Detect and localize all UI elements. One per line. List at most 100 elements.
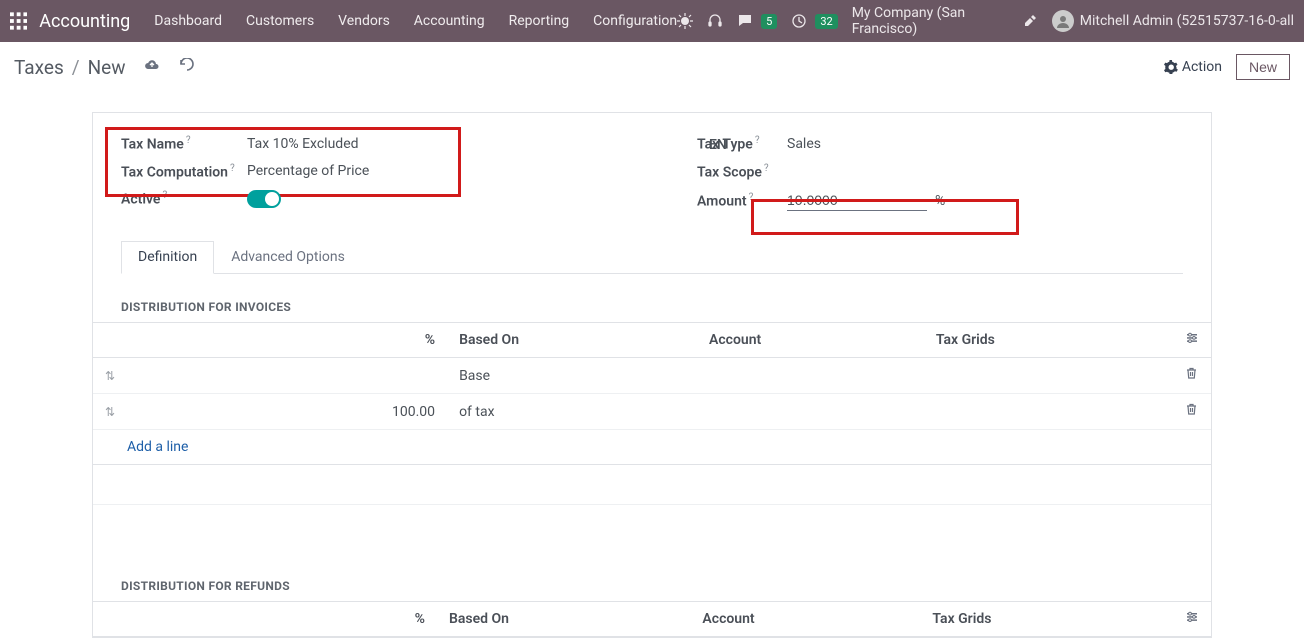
row-based-on[interactable]: Base bbox=[447, 358, 697, 394]
row-account[interactable] bbox=[697, 358, 924, 394]
left-col: Tax Name? Tax 10% Excluded Tax Computati… bbox=[121, 135, 607, 221]
help-icon[interactable]: ? bbox=[230, 163, 235, 174]
tax-type-value[interactable]: Sales bbox=[787, 136, 821, 152]
avatar bbox=[1052, 10, 1074, 32]
row-account[interactable] bbox=[697, 394, 924, 430]
columns-settings-icon[interactable] bbox=[1185, 610, 1199, 628]
main-nav: Dashboard Customers Vendors Accounting R… bbox=[154, 13, 677, 29]
col-drag bbox=[93, 602, 117, 637]
refunds-title: DISTRIBUTION FOR REFUNDS bbox=[93, 553, 1211, 601]
col-tax-grids: Tax Grids bbox=[920, 602, 1171, 637]
col-pct: % bbox=[127, 323, 447, 358]
drag-handle-icon[interactable]: ⇅ bbox=[105, 369, 115, 383]
table-row[interactable]: ⇅ Base bbox=[93, 358, 1211, 394]
action-dropdown[interactable]: Action bbox=[1164, 59, 1222, 75]
row-tax-grids[interactable] bbox=[924, 358, 1171, 394]
lang-badge[interactable]: EN bbox=[709, 137, 727, 153]
chat-badge: 5 bbox=[761, 14, 777, 29]
breadcrumb-root[interactable]: Taxes bbox=[14, 56, 64, 79]
amount-input[interactable] bbox=[787, 190, 927, 211]
breadcrumb-current: New bbox=[88, 56, 126, 79]
nav-reporting[interactable]: Reporting bbox=[509, 13, 570, 29]
table-header: % Based On Account Tax Grids bbox=[93, 602, 1211, 637]
row-pct[interactable]: 100.00 bbox=[127, 394, 447, 430]
tabs: Definition Advanced Options bbox=[121, 241, 1183, 274]
help-icon[interactable]: ? bbox=[749, 192, 754, 203]
status-icons bbox=[144, 58, 194, 76]
user-name: Mitchell Admin (52515737-16-0-all bbox=[1080, 13, 1294, 29]
nav-configuration[interactable]: Configuration bbox=[593, 13, 677, 29]
control-panel: Taxes / New Action New bbox=[0, 42, 1304, 94]
tax-name-label: Tax Name? bbox=[121, 135, 247, 153]
cloud-upload-icon[interactable] bbox=[144, 58, 160, 76]
amount-label: Amount? bbox=[697, 192, 787, 210]
support-icon[interactable] bbox=[707, 13, 723, 29]
form-top: EN Tax Name? Tax 10% Excluded Tax Comput… bbox=[93, 113, 1211, 231]
form-sheet: EN Tax Name? Tax 10% Excluded Tax Comput… bbox=[92, 112, 1212, 638]
tax-computation-label: Tax Computation? bbox=[121, 163, 247, 181]
topbar-right: 5 32 My Company (San Francisco) Mitchell… bbox=[677, 5, 1294, 37]
add-line-row: Add a line bbox=[93, 430, 1211, 465]
active-toggle[interactable] bbox=[247, 190, 281, 208]
help-icon[interactable]: ? bbox=[162, 190, 167, 201]
col-actions bbox=[1171, 323, 1211, 358]
table-header: % Based On Account Tax Grids bbox=[93, 323, 1211, 358]
field-tax-type: Tax Type? Sales bbox=[697, 135, 1183, 153]
help-icon[interactable]: ? bbox=[755, 135, 760, 146]
delete-row-icon[interactable] bbox=[1185, 404, 1198, 420]
nav-dashboard[interactable]: Dashboard bbox=[154, 13, 222, 29]
nav-accounting[interactable]: Accounting bbox=[414, 13, 485, 29]
debug-icon[interactable] bbox=[677, 13, 693, 29]
col-drag bbox=[93, 323, 127, 358]
col-based-on: Based On bbox=[447, 323, 697, 358]
tab-advanced[interactable]: Advanced Options bbox=[214, 241, 362, 273]
row-pct[interactable] bbox=[127, 358, 447, 394]
row-based-on[interactable]: of tax bbox=[447, 394, 697, 430]
tax-name-value[interactable]: Tax 10% Excluded bbox=[247, 136, 359, 152]
delete-row-icon[interactable] bbox=[1185, 368, 1198, 384]
drag-handle-icon[interactable]: ⇅ bbox=[105, 405, 115, 419]
clock-badge: 32 bbox=[815, 14, 837, 29]
new-button[interactable]: New bbox=[1236, 54, 1290, 80]
col-tax-grids: Tax Grids bbox=[924, 323, 1171, 358]
discard-icon[interactable] bbox=[178, 58, 194, 76]
columns-settings-icon[interactable] bbox=[1185, 331, 1199, 349]
apps-icon[interactable] bbox=[10, 12, 27, 30]
actions: Action New bbox=[1164, 54, 1290, 80]
row-tax-grids[interactable] bbox=[924, 394, 1171, 430]
gear-icon bbox=[1164, 60, 1178, 74]
right-col: Tax Type? Sales Tax Scope? Amount? % bbox=[647, 135, 1183, 221]
help-icon[interactable]: ? bbox=[764, 163, 769, 174]
amount-suffix: % bbox=[935, 193, 945, 209]
col-account: Account bbox=[690, 602, 920, 637]
col-pct: % bbox=[117, 602, 437, 637]
field-tax-scope: Tax Scope? bbox=[697, 163, 1183, 181]
topbar: Accounting Dashboard Customers Vendors A… bbox=[0, 0, 1304, 42]
invoices-title: DISTRIBUTION FOR INVOICES bbox=[93, 274, 1211, 322]
app-title[interactable]: Accounting bbox=[39, 11, 130, 32]
action-label: Action bbox=[1182, 59, 1222, 75]
clock-icon[interactable] bbox=[791, 13, 807, 29]
help-icon[interactable]: ? bbox=[186, 135, 191, 146]
field-tax-name: Tax Name? Tax 10% Excluded bbox=[121, 135, 607, 153]
breadcrumb-sep: / bbox=[72, 56, 80, 79]
add-line[interactable]: Add a line bbox=[93, 430, 1211, 464]
chat-icon[interactable] bbox=[737, 13, 753, 29]
table-row[interactable]: ⇅ 100.00 of tax bbox=[93, 394, 1211, 430]
nav-vendors[interactable]: Vendors bbox=[338, 13, 390, 29]
col-actions bbox=[1171, 602, 1211, 637]
field-amount: Amount? % bbox=[697, 190, 1183, 211]
tax-computation-value[interactable]: Percentage of Price bbox=[247, 163, 369, 179]
refunds-table: % Based On Account Tax Grids bbox=[93, 601, 1211, 637]
invoices-table: % Based On Account Tax Grids ⇅ Base ⇅ 10… bbox=[93, 322, 1211, 505]
tab-definition[interactable]: Definition bbox=[121, 241, 214, 274]
col-account: Account bbox=[697, 323, 924, 358]
company-switcher[interactable]: My Company (San Francisco) bbox=[852, 5, 1008, 37]
tools-icon[interactable] bbox=[1022, 13, 1038, 29]
col-based-on: Based On bbox=[437, 602, 690, 637]
nav-customers[interactable]: Customers bbox=[246, 13, 314, 29]
tax-scope-label: Tax Scope? bbox=[697, 163, 787, 181]
breadcrumb: Taxes / New bbox=[14, 56, 126, 79]
field-active: Active? bbox=[121, 190, 607, 208]
user-menu[interactable]: Mitchell Admin (52515737-16-0-all bbox=[1052, 10, 1294, 32]
